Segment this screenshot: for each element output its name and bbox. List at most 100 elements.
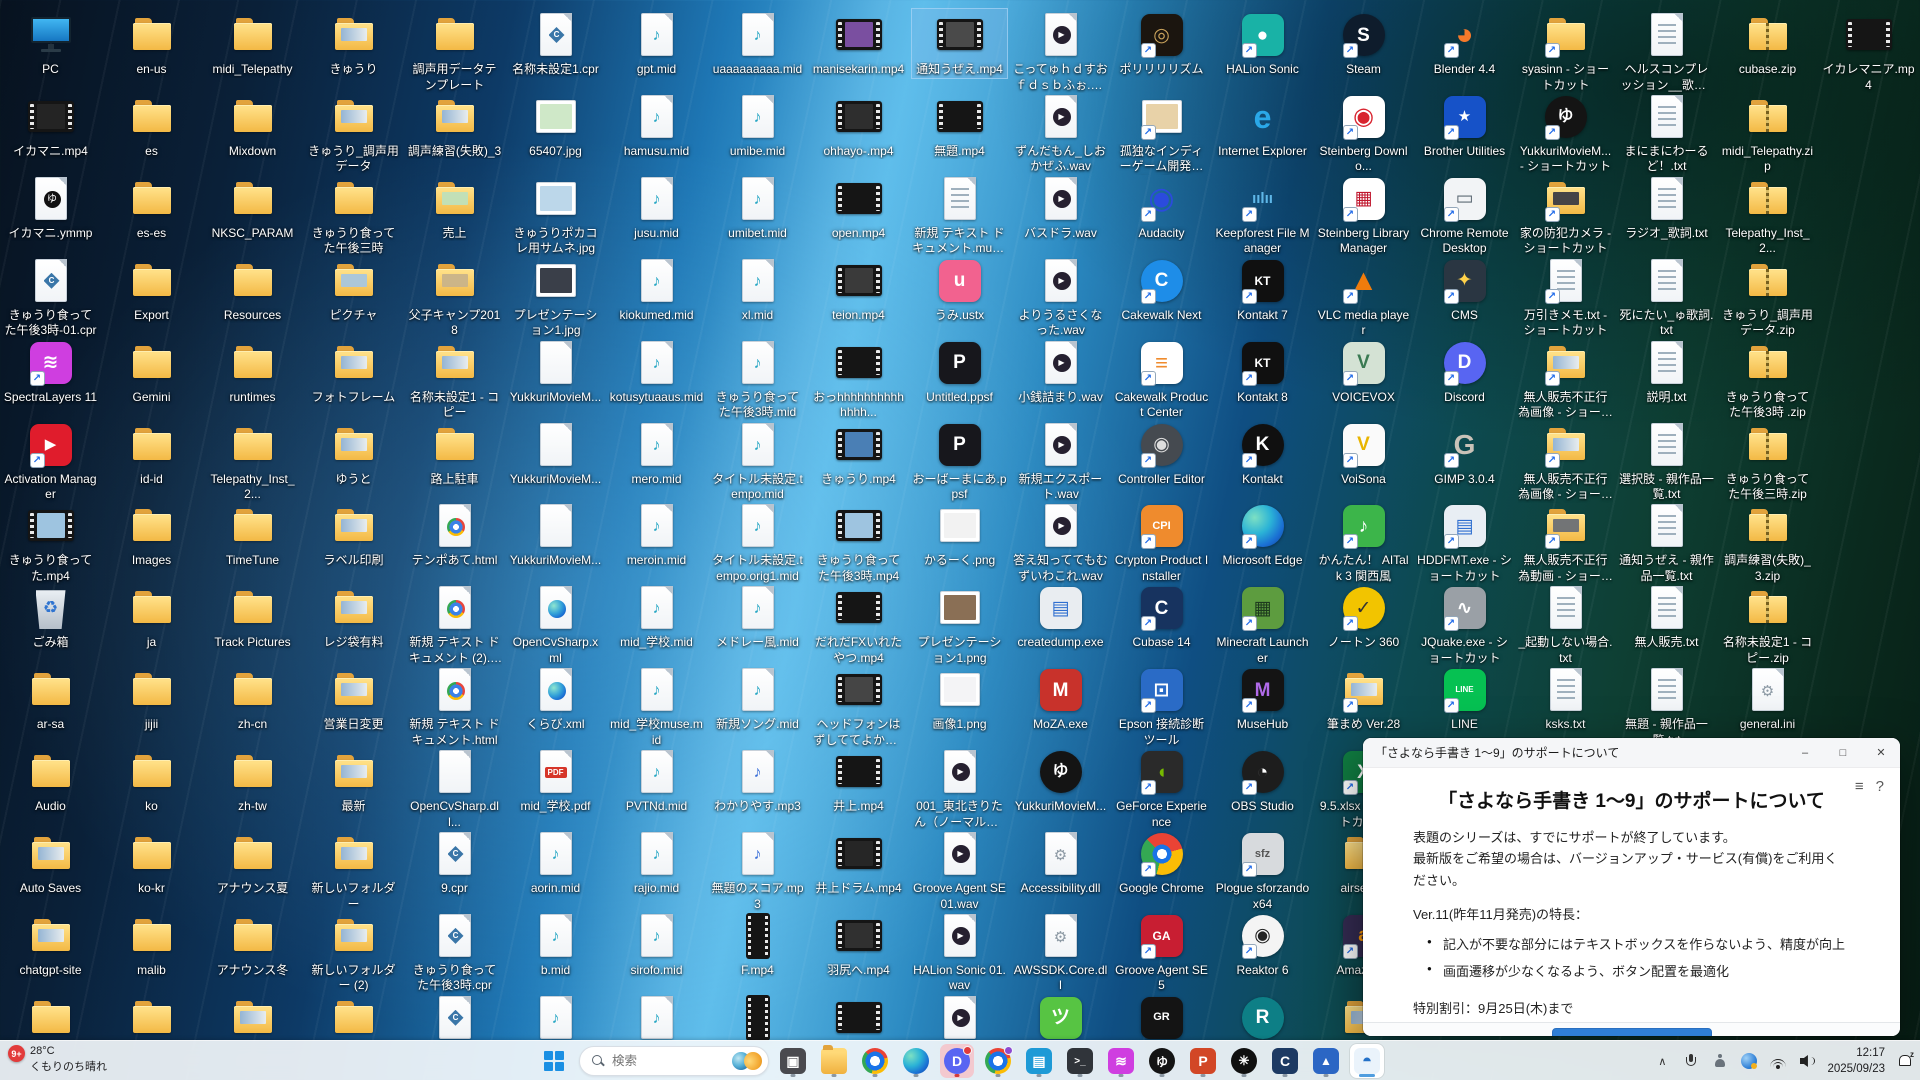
desktop-icon[interactable]: 井上.mp4 [810,745,907,816]
desktop-icon[interactable]: kiokumed.mid [608,254,705,325]
desktop-icon[interactable]: ∿JQuake.exe - ショートカット [1416,581,1513,667]
desktop-icon[interactable]: YukkuriMovieM... [507,418,604,489]
desktop-icon[interactable]: きゅうり食ってた午後3時.mid [709,336,806,422]
desktop-icon[interactable]: わかりやす.mp3 [709,745,806,816]
desktop-icon[interactable]: こってゅｈｄすおｆｄｓｂふぉ.wav [1012,8,1109,94]
desktop-icon[interactable]: テンポあて.html [406,499,503,570]
tray-overflow-chevron-icon[interactable]: ∧ [1653,1049,1671,1073]
taskbar-app-yukkuri-movie-maker[interactable]: ゆ [1145,1044,1179,1078]
taskbar-app-chrome-profile[interactable] [981,1044,1015,1078]
desktop-icon[interactable]: _起動しない場合.txt [1517,581,1614,667]
desktop-icon[interactable]: ◔OBS Studio [1214,745,1311,816]
desktop-icon[interactable]: ◉Controller Editor [1113,418,1210,489]
taskbar-app-window-stack[interactable]: ▣ [776,1044,810,1078]
desktop-icon[interactable]: 無人販売.txt [1618,581,1715,652]
desktop-icon[interactable]: mid_学校muse.mid [608,663,705,749]
desktop-icon[interactable]: ◎ポリリリリズム [1113,8,1210,79]
desktop-icon[interactable]: 画像1.png [911,663,1008,734]
desktop-icon[interactable]: ◖GeForce Experience [1113,745,1210,831]
desktop-icon[interactable]: Google Chrome [1113,827,1210,898]
desktop-icon[interactable]: 無題のスコア.mp3 [709,827,806,913]
wifi-icon[interactable] [1769,1049,1787,1073]
desktop-icon[interactable]: ıılııKeepforest File Manager [1214,172,1311,258]
desktop-icon[interactable]: よりうるさくなった.wav [1012,254,1109,340]
desktop-icon[interactable]: 名称未設定1.cpr [507,8,604,79]
desktop-icon[interactable]: 新規 テキスト ドキュメント.musicxml [911,172,1008,258]
desktop-icon[interactable]: SSteam [1315,8,1412,79]
desktop-icon[interactable]: ◉Audacity [1113,172,1210,243]
desktop-icon[interactable]: runtimes [204,336,301,407]
desktop-icon[interactable]: 井上ドラム.mp4 [810,827,907,898]
desktop-icon[interactable]: イカマニ.ymmp [2,172,99,243]
desktop-icon[interactable] [103,991,200,1046]
desktop-icon[interactable]: manisekarin.mp4 [810,8,907,79]
desktop-icon[interactable]: MMoZA.exe [1012,663,1109,734]
desktop-icon[interactable]: uaaaaaaaaa.mid [709,8,806,79]
desktop-icon[interactable]: ▦Steinberg Library Manager [1315,172,1412,258]
desktop-icon[interactable]: きゅうり食ってた.mp4 [2,499,99,585]
desktop-icon[interactable]: GR [1113,991,1210,1046]
desktop-icon[interactable] [709,991,806,1046]
desktop-icon[interactable]: CCubase 14 [1113,581,1210,652]
desktop-icon[interactable]: メドレー風.mid [709,581,806,652]
desktop-icon[interactable]: 新規ソング.mid [709,663,806,734]
desktop-icon[interactable]: 営業日変更 [305,663,402,734]
desktop-icon[interactable]: cubase.zip [1719,8,1816,79]
desktop-icon[interactable]: 売上 [406,172,503,243]
desktop-icon[interactable]: レジ袋有料 [305,581,402,652]
desktop-icon[interactable]: プレゼンテーション1.jpg [507,254,604,340]
desktop-icon[interactable]: Images [103,499,200,570]
desktop-icon[interactable]: 新しいフォルダー (2) [305,909,402,995]
desktop-icon[interactable]: eInternet Explorer [1214,90,1311,161]
desktop-icon[interactable]: 001_東北きりたん（ノーマル）_今じゃ... [911,745,1008,831]
desktop-icon[interactable] [608,991,705,1046]
desktop-icon[interactable]: aorin.mid [507,827,604,898]
desktop-icon[interactable]: ◉Reaktor 6 [1214,909,1311,980]
taskbar-app-terminal[interactable]: >_ [1063,1044,1097,1078]
desktop-icon[interactable]: 新規 テキスト ドキュメント (2).html [406,581,503,667]
minimize-button[interactable]: – [1786,738,1824,768]
desktop-icon[interactable]: 新規エクスポート.wav [1012,418,1109,504]
taskbar-app-notepad[interactable]: ▤ [1022,1044,1056,1078]
close-button[interactable]: ✕ [1862,738,1900,768]
desktop-icon[interactable]: ♻ごみ箱 [2,581,99,652]
list-icon[interactable]: ≡ [1855,778,1864,795]
desktop-icon[interactable]: gpt.mid [608,8,705,79]
desktop-icon[interactable]: 家の防犯カメラ - ショートカット [1517,172,1614,258]
desktop-icon[interactable] [2,991,99,1046]
desktop-icon[interactable]: アナウンス冬 [204,909,301,980]
desktop-icon[interactable]: 無人販売不正行為画像 - ショートカット [1517,418,1614,504]
desktop-icon[interactable]: きゅうり食ってた午後三時.zip [1719,418,1816,504]
desktop-icon[interactable] [305,991,402,1046]
clock[interactable]: 12:17 2025/09/23 [1827,1045,1885,1077]
desktop-icon[interactable]: open.mp4 [810,172,907,243]
desktop-icon[interactable]: syasinn - ショートカット [1517,8,1614,94]
desktop-icon[interactable]: 孤独なインディーゲーム開発者の一生 ... [1113,90,1210,176]
desktop-icon[interactable]: 無人販売不正行為画像 - ショートカッ... [1517,336,1614,422]
desktop-icon[interactable]: 小銭詰まり.wav [1012,336,1109,407]
taskbar-app-edge[interactable] [899,1044,933,1078]
desktop-icon[interactable]: きゅうり食ってた午後3時.mp4 [810,499,907,585]
desktop-icon[interactable]: PC [2,8,99,79]
desktop-icon[interactable]: フォトフレーム [305,336,402,407]
desktop-icon[interactable]: 羽尻へ.mp4 [810,909,907,980]
desktop-icon[interactable]: uうみ.ustx [911,254,1008,325]
taskbar-app-powerpoint[interactable]: P [1186,1044,1220,1078]
desktop-icon[interactable]: DDiscord [1416,336,1513,407]
taskbar-app-spectralayers[interactable]: ≋ [1104,1044,1138,1078]
desktop-icon[interactable]: かるーく.png [911,499,1008,570]
desktop-icon[interactable]: ▶Activation Manager [2,418,99,504]
desktop-icon[interactable]: ▤createdump.exe [1012,581,1109,652]
desktop-icon[interactable]: mid_学校.pdf [507,745,604,816]
desktop-icon[interactable]: きゅうり [305,8,402,79]
desktop-icon[interactable]: Accessibility.dll [1012,827,1109,898]
desktop-icon[interactable]: malib [103,909,200,980]
desktop-icon[interactable]: Microsoft Edge [1214,499,1311,570]
desktop-icon[interactable]: きゅうり_調声用データ.zip [1719,254,1816,340]
desktop-icon[interactable]: R [1214,991,1311,1046]
desktop-icon[interactable]: ずんだもん_しおかぜふ.wav [1012,90,1109,176]
desktop-icon[interactable]: まにまにわーるど！.txt [1618,90,1715,176]
desktop-icon[interactable]: PUntitled.ppsf [911,336,1008,407]
desktop-icon[interactable]: きゅうり食ってた午後3時 .zip [1719,336,1816,422]
desktop-icon[interactable]: id-id [103,418,200,489]
